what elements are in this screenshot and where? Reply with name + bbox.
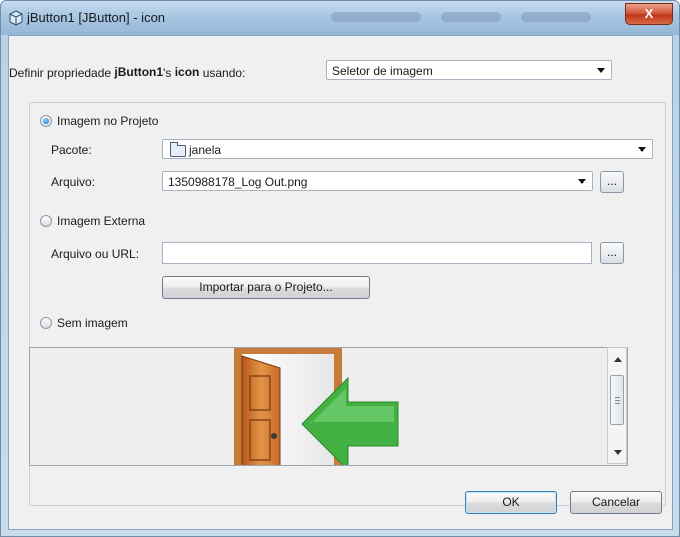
window-title: jButton1 [JButton] - icon xyxy=(27,10,166,25)
file-browse-button[interactable]: ... xyxy=(600,171,624,193)
preview-scrollbar[interactable] xyxy=(607,347,627,464)
file-url-label: Arquivo ou URL: xyxy=(51,247,140,261)
package-select[interactable]: janela xyxy=(162,139,653,159)
log-out-door-arrow-icon xyxy=(234,348,399,465)
file-url-input[interactable] xyxy=(162,242,592,264)
dialog-content: Definir propriedade jButton1's icon usan… xyxy=(8,35,673,530)
title-bar[interactable]: jButton1 [JButton] - icon X xyxy=(1,1,679,35)
radio-no-image[interactable] xyxy=(40,317,52,329)
chevron-down-icon xyxy=(578,179,586,184)
property-suffix: usando: xyxy=(199,65,246,80)
no-image-label[interactable]: Sem imagem xyxy=(57,316,128,330)
url-browse-button[interactable]: ... xyxy=(600,242,624,264)
close-button[interactable]: X xyxy=(625,3,673,25)
file-value: 1350988178_Log Out.png xyxy=(168,175,308,189)
chevron-down-icon xyxy=(597,68,605,73)
scroll-up-icon[interactable] xyxy=(614,357,622,362)
component-name: jButton1 xyxy=(114,65,164,79)
package-label: Pacote: xyxy=(51,143,92,157)
chevron-down-icon xyxy=(638,147,646,152)
cancel-button[interactable]: Cancelar xyxy=(570,491,662,514)
app-icon xyxy=(9,10,23,26)
scroll-thumb[interactable] xyxy=(610,375,624,425)
file-label: Arquivo: xyxy=(51,175,96,189)
property-name: icon xyxy=(174,65,200,79)
file-select[interactable]: 1350988178_Log Out.png xyxy=(162,171,593,191)
radio-external-image[interactable] xyxy=(40,215,52,227)
project-image-label[interactable]: Imagem no Projeto xyxy=(57,114,158,128)
property-prefix: Definir propriedade xyxy=(9,65,115,80)
import-to-project-button[interactable]: Importar para o Projeto... xyxy=(162,276,370,299)
background-blur xyxy=(331,12,421,22)
radio-project-image[interactable] xyxy=(40,115,52,127)
property-mid: 's xyxy=(163,65,175,80)
dialog-window: jButton1 [JButton] - icon X Definir prop… xyxy=(0,0,680,537)
image-preview xyxy=(29,347,628,466)
ok-button[interactable]: OK xyxy=(465,491,557,514)
property-editor-value: Seletor de imagem xyxy=(332,64,433,78)
property-editor-row: Definir propriedade jButton1's icon usan… xyxy=(9,65,245,80)
scroll-down-icon[interactable] xyxy=(614,450,622,455)
grip-icon xyxy=(615,397,620,398)
external-image-label[interactable]: Imagem Externa xyxy=(57,214,145,228)
background-blur xyxy=(441,12,501,22)
package-value: janela xyxy=(189,143,222,157)
folder-icon xyxy=(170,142,186,157)
property-editor-select[interactable]: Seletor de imagem xyxy=(326,60,612,80)
background-blur xyxy=(521,12,591,22)
